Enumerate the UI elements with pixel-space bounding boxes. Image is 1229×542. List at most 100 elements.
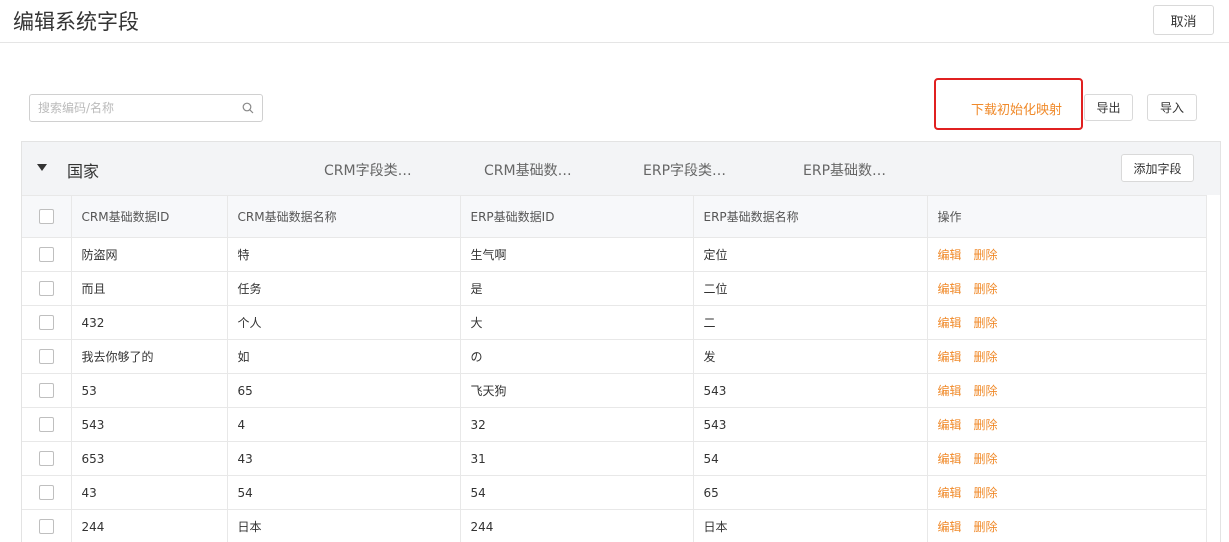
- delete-link[interactable]: 删除: [974, 486, 998, 500]
- row-checkbox[interactable]: [38, 281, 54, 296]
- erp-name-cell: 二位: [692, 271, 928, 306]
- erp-base-data: ERP基础数…: [803, 163, 887, 179]
- edit-link[interactable]: 编辑: [938, 520, 962, 534]
- edit-link[interactable]: 编辑: [938, 384, 962, 398]
- delete-link[interactable]: 删除: [974, 452, 998, 466]
- crm-id-cell: 我去你够了的: [70, 339, 228, 374]
- row-checkbox[interactable]: [38, 315, 54, 330]
- edit-link[interactable]: 编辑: [938, 452, 962, 466]
- column-header: ERP基础数据ID: [459, 195, 694, 238]
- erp-id-cell: 31: [459, 441, 694, 476]
- delete-link[interactable]: 删除: [974, 418, 998, 432]
- crm-name-cell: 65: [226, 373, 461, 408]
- crm-id-cell: 而且: [70, 271, 228, 306]
- edit-link[interactable]: 编辑: [938, 486, 962, 500]
- cancel-button[interactable]: 取消: [1153, 5, 1214, 35]
- search-input[interactable]: [30, 95, 235, 121]
- erp-name-cell: 日本: [692, 509, 928, 542]
- table-row: 我去你够了的如の发编辑 删除: [22, 339, 1207, 374]
- edit-link[interactable]: 编辑: [938, 350, 962, 364]
- erp-name-cell: 发: [692, 339, 928, 374]
- table-row: 432 个人大二编辑 删除: [22, 305, 1207, 340]
- row-select-cell: [22, 441, 72, 476]
- crm-name-cell: 4: [226, 407, 461, 442]
- group-name: 国家: [67, 162, 100, 181]
- row-checkbox[interactable]: [38, 247, 54, 262]
- table-row: 653 43 31 54 编辑 删除: [22, 441, 1207, 476]
- erp-name-cell: 543: [692, 407, 928, 442]
- erp-name-cell: 65: [692, 475, 928, 510]
- caret-down-icon[interactable]: [37, 164, 47, 171]
- crm-name-cell: 任务: [226, 271, 461, 306]
- erp-id-cell: 飞天狗: [459, 373, 694, 408]
- search-icon[interactable]: [242, 102, 254, 114]
- erp-id-cell: 244: [459, 509, 694, 542]
- crm-base-data: CRM基础数…: [484, 163, 572, 179]
- edit-link[interactable]: 编辑: [938, 316, 962, 330]
- crm-id-cell: 43: [70, 475, 228, 510]
- erp-id-cell: 是: [459, 271, 694, 306]
- row-select-cell: [22, 407, 72, 442]
- crm-name-cell: 个人: [226, 305, 461, 340]
- erp-id-cell: 32: [459, 407, 694, 442]
- actions-cell: 编辑 删除: [926, 407, 1207, 442]
- delete-link[interactable]: 删除: [974, 282, 998, 296]
- crm-id-cell: 653: [70, 441, 228, 476]
- row-select-cell: [22, 509, 72, 542]
- mapping-table: CRM基础数据ID CRM基础数据名称 ERP基础数据ID ERP基础数据名称 …: [22, 195, 1207, 542]
- mapping-panel: 国家 CRM字段类… CRM基础数… ERP字段类… ERP基础数… 添加字段 …: [21, 141, 1221, 542]
- row-checkbox[interactable]: [38, 485, 54, 500]
- delete-link[interactable]: 删除: [974, 384, 998, 398]
- crm-id-cell: 53: [70, 373, 228, 408]
- delete-link[interactable]: 删除: [974, 520, 998, 534]
- row-checkbox[interactable]: [38, 451, 54, 466]
- crm-id-cell: 543: [70, 407, 228, 442]
- table-row: 43 54 54 65 编辑 删除: [22, 475, 1207, 510]
- add-field-button[interactable]: 添加字段: [1121, 154, 1194, 182]
- erp-id-cell: 大: [459, 305, 694, 340]
- export-button[interactable]: 导出: [1084, 94, 1133, 121]
- delete-link[interactable]: 删除: [974, 248, 998, 262]
- select-all-checkbox[interactable]: [38, 209, 54, 224]
- erp-name-cell: 543: [692, 373, 928, 408]
- row-select-cell: [22, 305, 72, 340]
- erp-id-cell: 生气啊: [459, 237, 694, 272]
- table-row: 53 65 飞天狗 543 编辑 删除: [22, 373, 1207, 408]
- erp-name-cell: 二: [692, 305, 928, 340]
- column-header: CRM基础数据ID: [70, 195, 228, 238]
- crm-name-cell: 如: [226, 339, 461, 374]
- actions-cell: 编辑 删除: [926, 271, 1207, 306]
- delete-link[interactable]: 删除: [974, 350, 998, 364]
- actions-cell: 编辑 删除: [926, 509, 1207, 542]
- table-header-row: CRM基础数据ID CRM基础数据名称 ERP基础数据ID ERP基础数据名称 …: [22, 195, 1207, 238]
- actions-cell: 编辑 删除: [926, 475, 1207, 510]
- actions-cell: 编辑 删除: [926, 339, 1207, 374]
- edit-link[interactable]: 编辑: [938, 282, 962, 296]
- edit-link[interactable]: 编辑: [938, 248, 962, 262]
- import-button[interactable]: 导入: [1147, 94, 1197, 121]
- table-row: 244 日本 244 日本 编辑 删除: [22, 509, 1207, 542]
- group-header: 国家 CRM字段类… CRM基础数… ERP字段类… ERP基础数… 添加字段: [22, 142, 1220, 195]
- table-row: 而且 任务是二位 编辑 删除: [22, 271, 1207, 306]
- row-checkbox[interactable]: [38, 417, 54, 432]
- crm-field-type: CRM字段类…: [324, 163, 412, 179]
- search-box[interactable]: [29, 94, 263, 122]
- row-checkbox[interactable]: [38, 349, 54, 364]
- select-all-cell: [22, 195, 72, 238]
- delete-link[interactable]: 删除: [974, 316, 998, 330]
- download-mapping-link[interactable]: 下载初始化映射: [971, 99, 1062, 118]
- column-header: ERP基础数据名称: [692, 195, 928, 238]
- row-select-cell: [22, 271, 72, 306]
- page-title: 编辑系统字段: [13, 10, 139, 34]
- column-header: 操作: [926, 195, 1207, 238]
- row-select-cell: [22, 339, 72, 374]
- row-checkbox[interactable]: [38, 383, 54, 398]
- actions-cell: 编辑 删除: [926, 305, 1207, 340]
- edit-link[interactable]: 编辑: [938, 418, 962, 432]
- crm-id-cell: 432: [70, 305, 228, 340]
- page-header: 编辑系统字段 取消: [0, 0, 1229, 43]
- crm-name-cell: 日本: [226, 509, 461, 542]
- actions-cell: 编辑 删除: [926, 441, 1207, 476]
- crm-id-cell: 防盗网: [70, 237, 228, 272]
- row-checkbox[interactable]: [38, 519, 54, 534]
